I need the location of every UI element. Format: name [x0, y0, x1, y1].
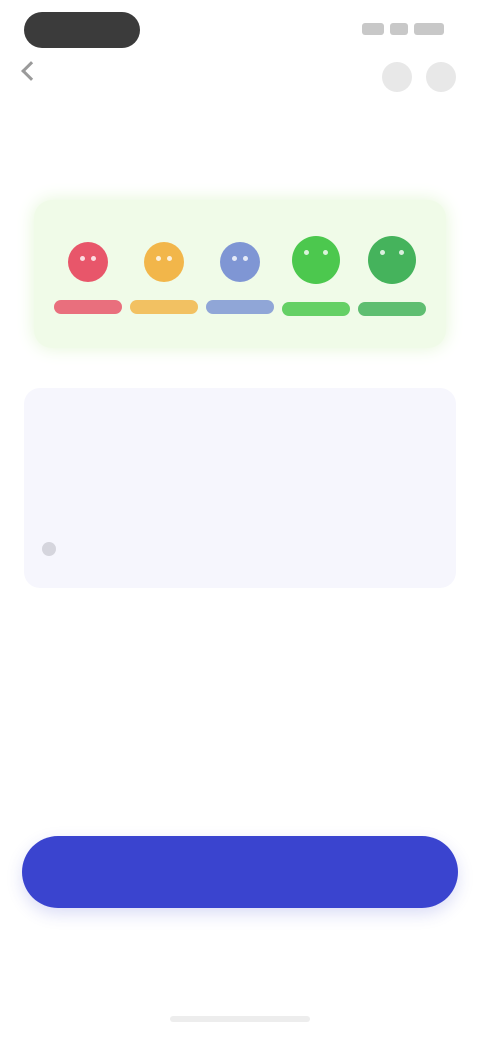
- mood-option[interactable]: [282, 230, 350, 330]
- primary-action-button[interactable]: [22, 836, 458, 908]
- mood-color-bar: [282, 302, 350, 316]
- header: [0, 56, 480, 96]
- mood-color-bar: [358, 302, 426, 316]
- mood-face-icon: [292, 236, 340, 284]
- clock-icon: [42, 542, 56, 556]
- mood-options: [54, 230, 426, 330]
- mood-option[interactable]: [130, 230, 198, 330]
- mood-option[interactable]: [54, 230, 122, 330]
- chevron-left-icon: [21, 61, 41, 81]
- mood-option[interactable]: [358, 230, 426, 330]
- home-indicator: [170, 1016, 310, 1022]
- result-card: [24, 388, 456, 588]
- mood-color-bar: [130, 300, 198, 314]
- status-time: [24, 12, 140, 48]
- header-actions: [382, 62, 456, 92]
- status-bar: [0, 0, 480, 56]
- mood-face-icon: [68, 242, 108, 282]
- mood-option[interactable]: [206, 230, 274, 330]
- mood-color-bar: [206, 300, 274, 314]
- mood-color-bar: [54, 300, 122, 314]
- more-icon[interactable]: [426, 62, 456, 92]
- mood-face-icon: [368, 236, 416, 284]
- back-button[interactable]: [21, 61, 46, 81]
- signal-icon: [362, 23, 384, 35]
- wifi-icon: [390, 23, 408, 35]
- share-icon[interactable]: [382, 62, 412, 92]
- mood-face-icon: [220, 242, 260, 282]
- result-meta: [42, 542, 66, 556]
- mood-selector-card: [34, 200, 446, 348]
- mood-face-icon: [144, 242, 184, 282]
- battery-icon: [414, 23, 444, 35]
- status-icons: [362, 20, 444, 38]
